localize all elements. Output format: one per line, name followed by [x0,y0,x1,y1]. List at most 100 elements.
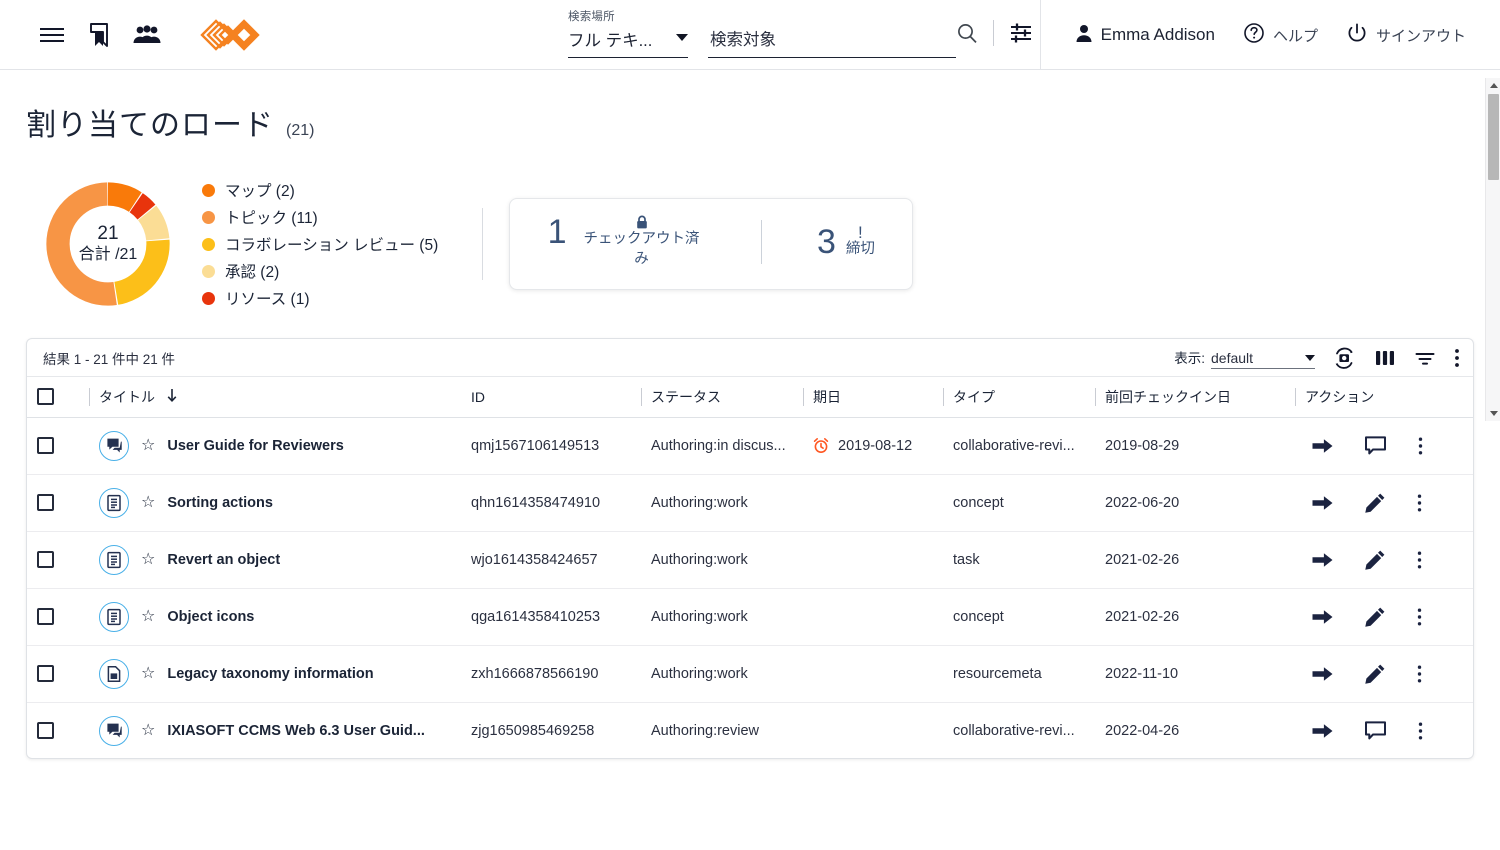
actions-cell [1295,645,1473,703]
deadline-count: 3 [816,222,836,261]
column-header-type[interactable]: タイプ [943,377,1095,418]
row-checkbox[interactable] [37,437,54,454]
person-icon [1075,23,1093,48]
ixiasoft-logo[interactable] [198,15,280,55]
row-title-link[interactable]: User Guide for Reviewers [167,438,344,454]
favorite-star-icon[interactable]: ☆ [141,551,155,568]
refresh-camera-icon[interactable] [1331,346,1357,370]
column-separator [943,388,944,406]
search-scope-select[interactable]: フル テキ... [568,27,688,58]
row-title-link[interactable]: Revert an object [167,552,280,568]
favorite-star-icon[interactable]: ☆ [141,494,155,511]
deadline-text: ! 締切 [846,224,875,260]
comment-action-button[interactable] [1364,720,1387,741]
favorite-star-icon[interactable]: ☆ [141,437,155,454]
id-cell: qga1614358410253 [461,588,641,646]
stat-deadline[interactable]: 3 ! 締切 [816,222,875,261]
more-vertical-action-button[interactable] [1417,436,1424,456]
search-scope-label: 検索場所 [568,11,615,23]
pencil-action-button[interactable] [1364,549,1386,571]
user-menu[interactable]: Emma Addison [1061,23,1229,48]
pencil-action-button[interactable] [1364,663,1386,685]
arrow-right-action-button[interactable] [1311,550,1334,570]
column-header-title[interactable]: タイトル [89,377,461,418]
search-settings-icon[interactable] [1008,21,1034,45]
more-vertical-action-button[interactable] [1416,493,1423,513]
checked-out-text: チェックアウト済み [577,215,707,269]
arrow-right-action-button[interactable] [1311,721,1334,741]
row-type-icon-circle[interactable] [99,487,129,518]
row-title-link[interactable]: Object icons [167,609,254,625]
signout-link[interactable]: サインアウト [1332,22,1480,49]
more-vertical-action-button[interactable] [1416,607,1423,627]
more-vertical-icon[interactable] [1453,347,1461,369]
resource-document-icon [106,665,122,683]
row-checkbox[interactable] [37,494,54,511]
legend-item[interactable]: 承認 (2) [202,260,438,282]
search-icon[interactable] [955,21,979,45]
arrow-right-action-button[interactable] [1311,664,1334,684]
favorite-star-icon[interactable]: ☆ [141,722,155,739]
row-type-icon-circle[interactable] [99,658,129,689]
stat-checked-out[interactable]: 1 チェックアウト済み [548,215,707,269]
more-vertical-action-button[interactable] [1416,664,1423,684]
arrow-right-action-button[interactable] [1311,493,1334,513]
row-title-link[interactable]: Sorting actions [167,495,273,511]
row-checkbox[interactable] [37,722,54,740]
legend-item[interactable]: リソース (1) [202,287,438,309]
due-date-cell: 2019-08-12 [803,417,943,475]
more-vertical-action-button[interactable] [1416,550,1423,570]
column-header-status[interactable]: ステータス [641,377,803,418]
table-row[interactable]: ☆ User Guide for Reviewers qmj156710614951… [27,417,1473,475]
pencil-action-button[interactable] [1364,606,1386,628]
favorite-star-icon[interactable]: ☆ [141,608,155,625]
status-cell: Authoring:work [641,588,803,646]
row-checkbox[interactable] [37,608,54,625]
search-input[interactable] [708,30,956,51]
hamburger-menu-icon[interactable] [38,25,66,45]
bookmark-icon[interactable] [88,22,110,48]
favorite-star-icon[interactable]: ☆ [141,665,155,682]
row-type-icon-circle[interactable] [99,544,129,575]
table-row[interactable]: ☆ IXIASOFT CCMS Web 6.3 User Guid... zjg16… [27,702,1473,758]
topic-document-icon [106,551,122,569]
actions-cell [1295,702,1473,758]
results-table-panel: 結果 1 - 21 件中 21 件 表示: default タイトル ID ステ… [26,78,1500,759]
column-header-id[interactable]: ID [461,377,641,418]
more-vertical-action-button[interactable] [1417,721,1424,741]
arrow-right-action-button[interactable] [1311,436,1334,456]
pencil-action-button[interactable] [1364,492,1386,514]
people-icon[interactable] [132,24,162,46]
row-type-icon-circle[interactable] [99,430,129,461]
view-dropdown[interactable]: default [1211,350,1315,369]
row-type-icon-circle[interactable] [99,715,129,746]
legend-item[interactable]: マップ (2) [202,179,438,201]
column-header-due[interactable]: 期日 [803,377,943,418]
column-header-checkin[interactable]: 前回チェックイン日 [1095,377,1295,418]
row-title-link[interactable]: Legacy taxonomy information [167,666,373,682]
legend-item[interactable]: コラボレーション レビュー (5) [202,233,438,255]
user-name: Emma Addison [1100,25,1215,44]
header-divider [993,20,994,46]
column-separator [89,388,90,406]
table-row[interactable]: ☆ Revert an object wjo1614358424657 Authori… [27,531,1473,589]
select-all-checkbox[interactable] [37,388,54,406]
table-row[interactable]: ☆ Legacy taxonomy information zxh166687856… [27,645,1473,703]
search-actions [955,20,1034,46]
row-checkbox[interactable] [37,551,54,568]
arrow-right-icon [1311,436,1334,456]
comment-action-button[interactable] [1364,435,1387,456]
row-title-link[interactable]: IXIASOFT CCMS Web 6.3 User Guid... [167,723,425,739]
arrow-right-action-button[interactable] [1311,607,1334,627]
filter-icon[interactable] [1413,348,1437,368]
checked-out-label: チェックアウト済み [583,230,700,267]
row-type-icon-circle[interactable] [99,601,129,632]
table-row[interactable]: ☆ Sorting actions qhn1614358474910 Authorin… [27,474,1473,532]
table-row[interactable]: ☆ Object icons qga1614358410253 Authoring:w… [27,588,1473,646]
table-header: タイトル ID ステータス 期日 タイプ 前回チェックイン日 アクション [27,377,1473,418]
row-checkbox[interactable] [37,665,54,682]
page-title-row: 割り当てのロード (21) [0,70,1500,144]
legend-item[interactable]: トピック (11) [202,206,438,228]
columns-icon[interactable] [1373,348,1397,368]
help-link[interactable]: ヘルプ [1229,22,1332,49]
